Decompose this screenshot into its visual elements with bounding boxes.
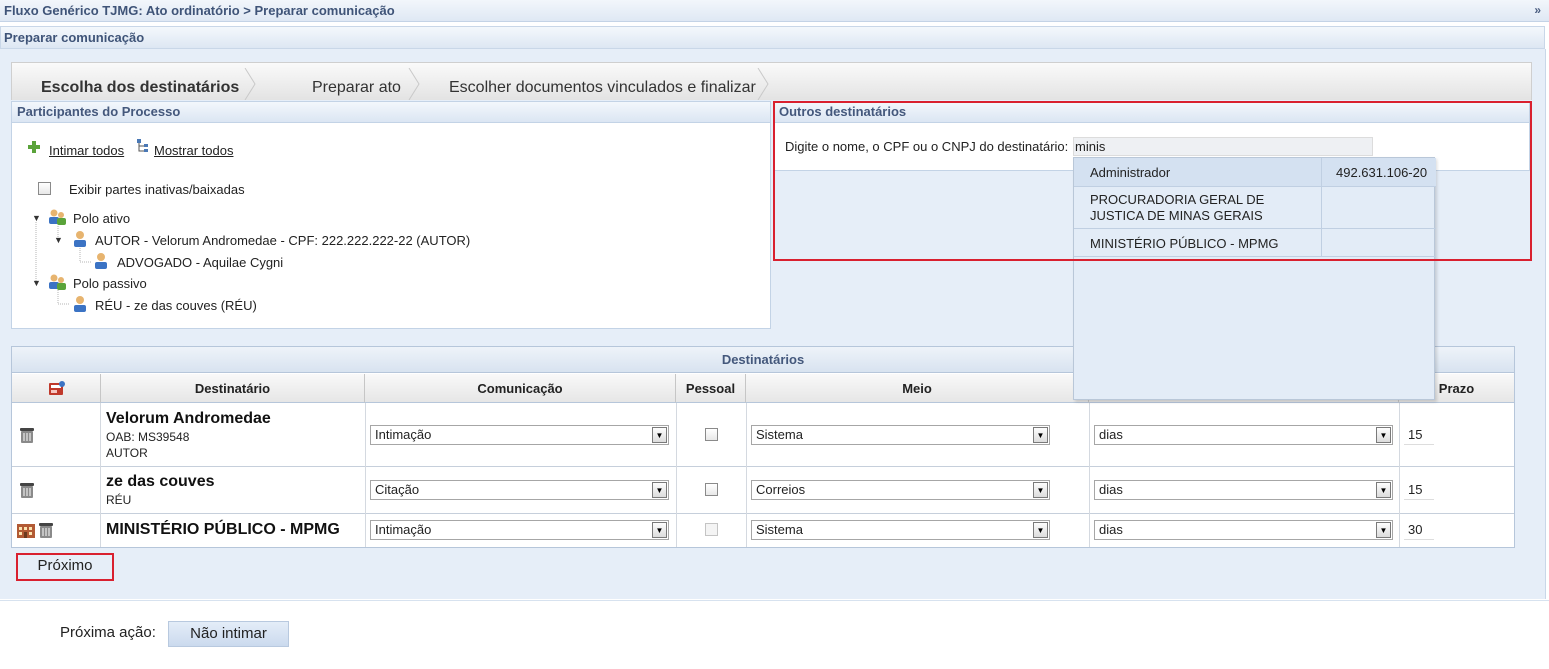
comunicacao-select[interactable]: Citação ▼ — [370, 480, 669, 500]
chevron-down-icon[interactable]: ▼ — [1033, 522, 1048, 538]
col-comunicacao: Comunicação — [365, 374, 676, 403]
polo-ativo-expander-icon[interactable]: ▼ — [32, 213, 41, 223]
tab-preparar-ato[interactable]: Preparar ato — [312, 79, 401, 97]
chevron-down-icon[interactable]: ▼ — [1033, 427, 1048, 443]
comunicacao-select[interactable]: Intimação ▼ — [370, 520, 669, 540]
polo-passivo-expander-icon[interactable]: ▼ — [32, 278, 41, 288]
destinatario-name: ze das couves — [106, 473, 215, 490]
group-users-icon — [49, 274, 66, 290]
col-divider — [676, 403, 677, 547]
user-icon — [95, 253, 107, 269]
tab-escolher-documentos[interactable]: Escolher documentos vinculados e finaliz… — [449, 79, 756, 97]
comunicacao-value: Citação — [375, 482, 420, 497]
proximo-button[interactable]: Próximo — [18, 555, 112, 579]
unidade-select[interactable]: dias ▼ — [1094, 480, 1393, 500]
chevron-down-icon[interactable]: ▼ — [1376, 522, 1391, 538]
row-divider — [12, 513, 1514, 514]
col-divider — [100, 403, 101, 547]
collapse-icon[interactable]: » — [1534, 0, 1541, 21]
tree-polo-passivo[interactable]: Polo passivo — [73, 276, 147, 291]
tab-separator — [244, 68, 256, 100]
meio-value: Correios — [756, 482, 806, 497]
col-divider — [365, 403, 366, 547]
pessoal-checkbox[interactable] — [705, 428, 718, 441]
tab-separator — [408, 68, 420, 100]
col-icon-header — [12, 374, 101, 403]
destinatario-name: Velorum Andromedae — [106, 410, 271, 427]
chevron-down-icon[interactable]: ▼ — [1376, 427, 1391, 443]
tree-icon[interactable] — [135, 138, 151, 154]
section-title-bar: Preparar comunicação — [0, 26, 1545, 49]
destinatario-detail: OAB: MS39548 — [106, 430, 190, 444]
chevron-down-icon[interactable]: ▼ — [1033, 482, 1048, 498]
proxima-acao-label: Próxima ação: — [60, 624, 156, 641]
meio-value: Sistema — [756, 427, 803, 442]
prazo-input[interactable]: 15 — [1404, 480, 1434, 500]
chevron-down-icon[interactable]: ▼ — [1376, 482, 1391, 498]
meio-value: Sistema — [756, 522, 803, 537]
tree-autor[interactable]: AUTOR - Velorum Andromedae - CPF: 222.22… — [95, 233, 470, 248]
chevron-down-icon[interactable]: ▼ — [652, 427, 667, 443]
meio-select[interactable]: Sistema ▼ — [751, 520, 1050, 540]
destinatario-detail: AUTOR — [106, 446, 148, 460]
unidade-value: dias — [1099, 522, 1123, 537]
trash-icon[interactable] — [18, 481, 36, 499]
tree-advogado[interactable]: ADVOGADO - Aquilae Cygni — [117, 255, 283, 270]
prazo-input[interactable]: 15 — [1404, 425, 1434, 445]
pessoal-checkbox — [705, 523, 718, 536]
intimar-todos-link[interactable]: Intimar todos — [49, 143, 124, 158]
chevron-down-icon[interactable]: ▼ — [652, 522, 667, 538]
col-divider — [1399, 403, 1400, 547]
col-destinatario: Destinatário — [101, 374, 365, 403]
comunicacao-select[interactable]: Intimação ▼ — [370, 425, 669, 445]
col-meio: Meio — [746, 374, 1089, 403]
user-icon — [74, 296, 86, 312]
tab-separator — [757, 68, 769, 100]
exibir-inativas-label: Exibir partes inativas/baixadas — [69, 182, 245, 197]
participantes-header: Participantes do Processo — [12, 102, 770, 123]
unidade-select[interactable]: dias ▼ — [1094, 520, 1393, 540]
nao-intimar-button[interactable]: Não intimar — [168, 621, 289, 647]
window-title: Fluxo Genérico TJMG: Ato ordinatório > P… — [4, 3, 395, 18]
tree-reu[interactable]: RÉU - ze das couves (RÉU) — [95, 298, 257, 313]
mostrar-todos-link[interactable]: Mostrar todos — [154, 143, 233, 158]
trash-icon[interactable] — [37, 521, 55, 539]
user-icon — [74, 231, 86, 247]
destinatario-detail: RÉU — [106, 493, 132, 507]
destinatario-name: MINISTÉRIO PÚBLICO - MPMG — [106, 521, 340, 538]
meio-select[interactable]: Sistema ▼ — [751, 425, 1050, 445]
unidade-value: dias — [1099, 427, 1123, 442]
plus-icon[interactable] — [27, 140, 41, 154]
tree-polo-ativo[interactable]: Polo ativo — [73, 211, 130, 226]
meio-select[interactable]: Correios ▼ — [751, 480, 1050, 500]
group-users-icon — [49, 209, 66, 225]
building-icon — [17, 524, 35, 538]
col-divider — [1089, 403, 1090, 547]
unidade-select[interactable]: dias ▼ — [1094, 425, 1393, 445]
section-title: Preparar comunicação — [4, 30, 145, 45]
highlight-outros-destinatarios — [773, 101, 1532, 261]
add-contact-icon[interactable] — [48, 380, 66, 397]
tab-escolha-destinatarios[interactable]: Escolha dos destinatários — [41, 79, 239, 97]
row-divider — [12, 466, 1514, 467]
pessoal-checkbox[interactable] — [705, 483, 718, 496]
unidade-value: dias — [1099, 482, 1123, 497]
autor-expander-icon[interactable]: ▼ — [54, 235, 63, 245]
col-pessoal: Pessoal — [676, 374, 746, 403]
prazo-input[interactable]: 30 — [1404, 520, 1434, 540]
trash-icon[interactable] — [18, 426, 36, 444]
exibir-inativas-checkbox[interactable] — [38, 182, 51, 195]
col-divider — [746, 403, 747, 547]
comunicacao-value: Intimação — [375, 522, 432, 537]
comunicacao-value: Intimação — [375, 427, 432, 442]
window-title-bar: Fluxo Genérico TJMG: Ato ordinatório > P… — [0, 0, 1549, 22]
chevron-down-icon[interactable]: ▼ — [652, 482, 667, 498]
